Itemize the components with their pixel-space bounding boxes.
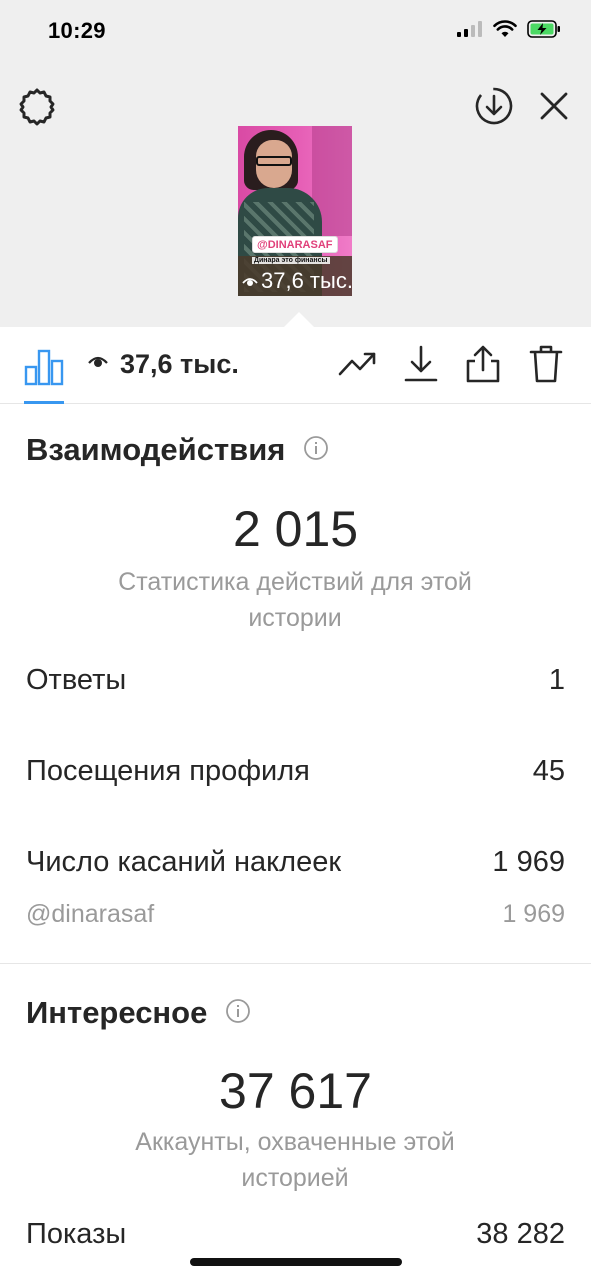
story-caption: Динара это финансы — [252, 257, 330, 264]
close-icon — [539, 91, 569, 126]
home-indicator[interactable] — [190, 1258, 402, 1266]
discovery-subtitle: Аккаунты, охваченные этой историей — [135, 1128, 455, 1192]
promote-button[interactable] — [337, 345, 379, 387]
discovery-title: Интересное — [26, 995, 208, 1030]
stat-value: 1 969 — [492, 846, 565, 878]
interactions-subtitle: Статистика действий для этой истории — [118, 568, 472, 632]
download-icon — [403, 345, 439, 388]
stat-label: @dinarasaf — [26, 900, 155, 928]
discovery-total: 37 617 — [219, 1063, 372, 1119]
share-icon — [465, 344, 501, 389]
stat-value: 1 — [548, 664, 565, 696]
download-button[interactable] — [400, 345, 442, 387]
status-icons — [457, 20, 561, 43]
download-circle-icon — [474, 86, 514, 131]
eye-icon — [88, 354, 108, 375]
story-preview-area: 10:29 @DINARASAF Динара это финансы 37,6… — [0, 0, 591, 327]
stat-row-impressions: Показы 38 282 — [26, 1218, 565, 1251]
info-icon[interactable] — [303, 435, 329, 466]
discovery-header: Интересное — [26, 995, 251, 1031]
delete-button[interactable] — [525, 345, 567, 387]
wifi-icon — [493, 20, 517, 43]
stat-label: Посещения профиля — [26, 755, 310, 787]
viewers-button[interactable]: 37,6 тыс. — [88, 349, 239, 380]
signal-icon — [457, 21, 483, 42]
active-tab-indicator — [24, 401, 64, 404]
stat-row-profile-visits: Посещения профиля 45 — [26, 755, 565, 788]
trending-up-icon — [338, 350, 378, 383]
view-count: 37,6 тыс. — [120, 349, 239, 379]
interactions-title: Взаимодействия — [26, 432, 286, 467]
stat-row-replies: Ответы 1 — [26, 664, 565, 697]
share-button[interactable] — [462, 345, 504, 387]
close-button[interactable] — [532, 86, 576, 130]
story-thumbnail[interactable]: @DINARASAF Динара это финансы 37,6 тыс. — [238, 126, 352, 296]
selected-story-pointer — [284, 312, 314, 327]
battery-charging-icon — [527, 20, 561, 43]
stat-row-sticker-taps: Число касаний наклеек 1 969 — [26, 846, 565, 879]
mention-sticker: @DINARASAF — [252, 236, 338, 253]
stat-label: Показы — [26, 1218, 127, 1250]
bar-chart-icon — [24, 349, 64, 391]
trash-icon — [528, 344, 564, 389]
eye-icon — [242, 268, 258, 294]
tab-insights[interactable] — [24, 347, 64, 387]
save-story-button[interactable] — [472, 86, 516, 130]
interactions-header: Взаимодействия — [26, 432, 329, 468]
stat-label: Ответы — [26, 664, 127, 696]
status-bar: 10:29 — [0, 0, 591, 64]
stat-value: 38 282 — [476, 1218, 565, 1250]
stat-value: 1 969 — [502, 900, 565, 928]
status-time: 10:29 — [48, 18, 106, 43]
info-icon[interactable] — [225, 998, 251, 1029]
settings-button[interactable] — [16, 88, 58, 130]
interactions-total: 2 015 — [232, 501, 359, 557]
stat-value: 45 — [532, 755, 565, 787]
section-divider — [0, 963, 591, 964]
thumbnail-view-count: 37,6 тыс. — [242, 268, 352, 294]
stat-row-mention-sticker[interactable]: @dinarasaf 1 969 — [26, 900, 565, 929]
gear-icon — [17, 87, 57, 132]
stat-label: Число касаний наклеек — [26, 846, 342, 878]
story-toolbar: 37,6 тыс. — [0, 327, 591, 404]
